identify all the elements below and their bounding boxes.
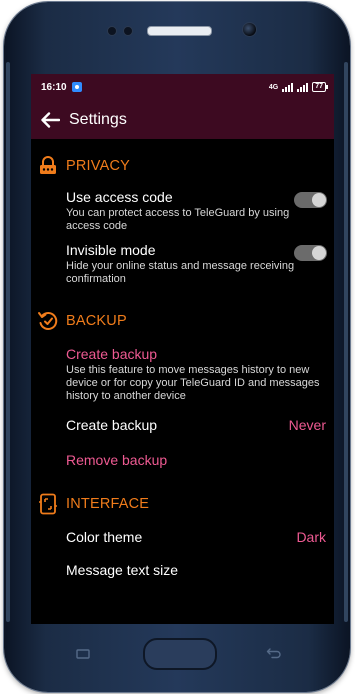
setting-label: Create backup: [66, 346, 158, 362]
setting-label: Color theme: [66, 529, 143, 545]
teleguard-notification-icon: [71, 82, 82, 92]
setting-color-theme[interactable]: Color theme Dark: [31, 529, 334, 546]
network-type: 4G: [268, 83, 279, 91]
setting-description: Hide your online status and message rece…: [66, 260, 295, 285]
interface-icon: [37, 493, 59, 515]
setting-label: Invisible mode: [66, 242, 156, 258]
setting-access-code[interactable]: Use access code You can protect access t…: [31, 189, 334, 233]
section-title: PRIVACY: [66, 158, 130, 174]
setting-label: Message text size: [66, 562, 179, 578]
setting-message-text-size[interactable]: Message text size: [31, 562, 334, 579]
setting-label: Remove backup: [66, 452, 168, 468]
proximity-sensor: [107, 26, 117, 36]
setting-description: You can protect access to TeleGuard by u…: [66, 207, 290, 232]
earpiece-speaker: [147, 26, 212, 36]
backup-restore-icon: [37, 310, 59, 332]
signal-icon: [282, 82, 294, 92]
setting-label: Create backup: [66, 417, 158, 433]
phone-frame: 16:10 4G 77 Settings PRIVACY Use access …: [4, 2, 350, 692]
lock-icon: [37, 155, 59, 177]
back-key[interactable]: [266, 646, 281, 659]
invisible-mode-toggle[interactable]: [294, 245, 327, 261]
phone-edge: [6, 62, 10, 622]
front-camera: [242, 22, 257, 37]
recent-apps-icon: [76, 649, 90, 659]
remove-backup-link[interactable]: Remove backup: [31, 452, 334, 469]
signal-icon: [297, 82, 309, 92]
section-title: BACKUP: [66, 313, 127, 329]
back-button[interactable]: [35, 100, 65, 139]
access-code-toggle[interactable]: [294, 192, 327, 208]
hardware-nav-bar: [4, 624, 350, 692]
page-title: Settings: [69, 110, 127, 128]
status-time: 16:10: [41, 81, 67, 93]
home-button[interactable]: [143, 638, 217, 670]
app-bar: Settings: [31, 100, 334, 139]
section-backup: BACKUP: [31, 304, 334, 338]
arrow-left-icon: [41, 111, 60, 128]
settings-list: PRIVACY Use access code You can protect …: [31, 149, 334, 579]
battery-icon: 77: [312, 82, 328, 92]
create-backup-link[interactable]: Create backup Use this feature to move m…: [31, 346, 334, 403]
status-bar: 16:10 4G 77: [31, 74, 334, 100]
screen: 16:10 4G 77 Settings PRIVACY Use access …: [31, 74, 334, 624]
recent-apps-key[interactable]: [76, 646, 90, 659]
setting-backup-schedule[interactable]: Create backup Never: [31, 417, 334, 434]
section-title: INTERFACE: [66, 496, 150, 512]
setting-label: Use access code: [66, 189, 173, 205]
backup-schedule-value: Never: [288, 417, 326, 433]
color-theme-value: Dark: [296, 529, 326, 545]
setting-invisible-mode[interactable]: Invisible mode Hide your online status a…: [31, 242, 334, 286]
phone-edge: [344, 62, 348, 622]
light-sensor: [123, 26, 133, 36]
section-interface: INTERFACE: [31, 487, 334, 521]
section-privacy: PRIVACY: [31, 149, 334, 183]
back-arrow-icon: [266, 648, 281, 659]
setting-description: Use this feature to move messages histor…: [66, 364, 320, 402]
